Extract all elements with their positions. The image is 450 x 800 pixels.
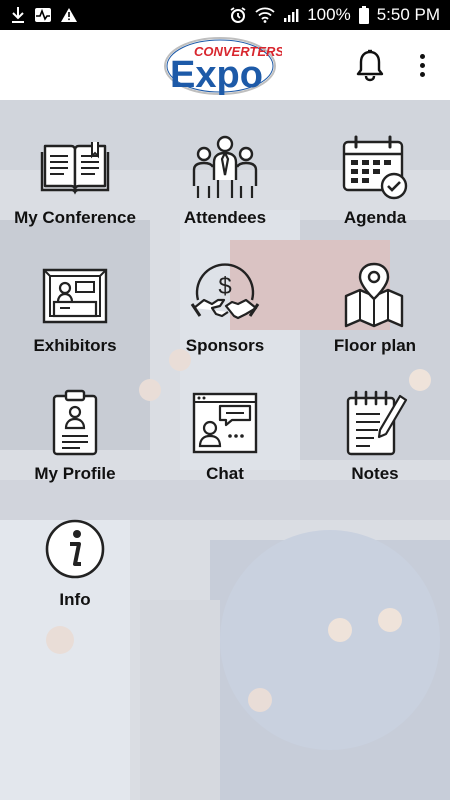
warning-icon: [61, 8, 77, 22]
download-icon: [12, 7, 24, 23]
menu-label: Floor plan: [333, 336, 417, 355]
menu-item-chat[interactable]: Chat: [150, 356, 300, 484]
people-icon: [192, 135, 258, 198]
menu-item-my-profile[interactable]: My Profile: [0, 356, 150, 484]
menu-label: Notes: [351, 464, 399, 483]
status-right-icons: 100% 5:50 PM: [229, 5, 440, 25]
battery-percent: 100%: [307, 5, 351, 24]
info-icon: [45, 519, 105, 579]
menu-item-attendees[interactable]: Attendees: [150, 100, 300, 228]
alarm-icon: [230, 7, 246, 23]
notepad-icon: [346, 390, 408, 456]
menu-label: My Conference: [14, 208, 136, 227]
menu-label: Chat: [206, 464, 244, 483]
menu-item-notes[interactable]: Notes: [300, 356, 450, 484]
wifi-icon: [255, 7, 275, 23]
map-pin-icon: [344, 262, 404, 328]
handshake-dollar-icon: $: [190, 263, 260, 320]
menu-label: Sponsors: [185, 336, 265, 355]
menu-item-exhibitors[interactable]: Exhibitors: [0, 228, 150, 356]
status-left-icons: [10, 6, 78, 24]
battery-icon: [358, 6, 369, 24]
menu-item-info[interactable]: Info: [0, 484, 150, 612]
menu-item-floor-plan[interactable]: Floor plan: [300, 228, 450, 356]
menu-label: Attendees: [183, 208, 267, 227]
app-header: CONVERTERS Expo: [0, 30, 450, 100]
book-icon: [40, 142, 110, 195]
menu-item-agenda[interactable]: Agenda: [300, 100, 450, 228]
clock-time: 5:50 PM: [376, 5, 440, 24]
svg-text:$: $: [218, 273, 231, 300]
menu-item-sponsors[interactable]: $ Sponsors: [150, 228, 300, 356]
menu-label: My Profile: [34, 464, 116, 483]
menu-label: Agenda: [343, 208, 407, 227]
notifications-bell-icon[interactable]: [354, 48, 386, 82]
signal-icon: [284, 9, 299, 22]
overflow-menu-button[interactable]: [410, 50, 434, 80]
pulse-icon: [35, 8, 51, 22]
converters-expo-logo[interactable]: CONVERTERS Expo: [162, 32, 282, 98]
calendar-icon: [342, 135, 408, 200]
menu-label: Exhibitors: [33, 336, 117, 355]
booth-icon: [42, 268, 108, 324]
svg-text:Expo: Expo: [170, 54, 263, 96]
menu-label: Info: [59, 590, 91, 609]
menu-item-my-conference[interactable]: My Conference: [0, 100, 150, 228]
status-bar: 100% 5:50 PM: [0, 0, 450, 30]
chat-icon: [192, 392, 258, 454]
badge-clipboard-icon: [52, 389, 98, 456]
